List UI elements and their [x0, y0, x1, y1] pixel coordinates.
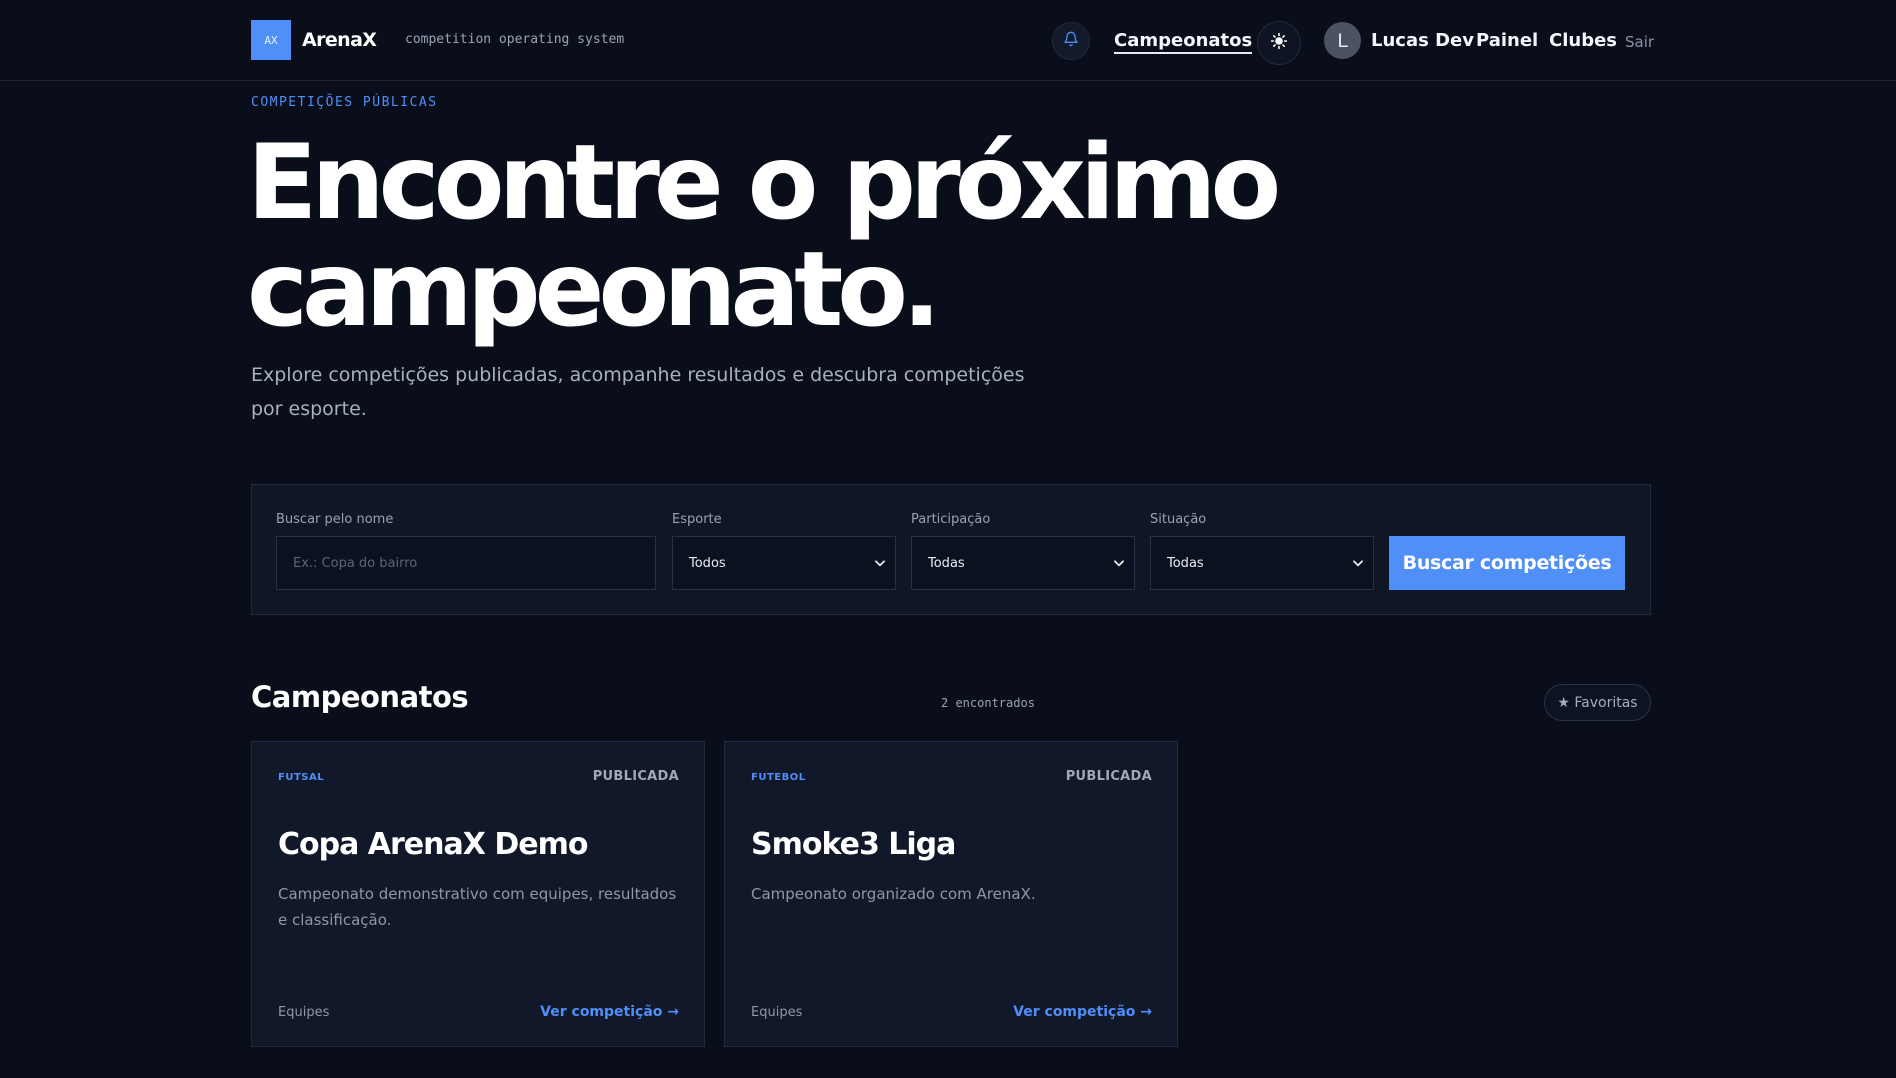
card-description: Campeonato organizado com ArenaX.	[751, 885, 1036, 903]
card-status-badge: PUBLICADA	[592, 769, 679, 784]
bell-icon	[1063, 31, 1079, 51]
search-submit-button[interactable]: Buscar competições	[1389, 536, 1625, 590]
card-sport-tag: FUTSAL	[278, 772, 325, 783]
brand-tagline: competition operating system	[405, 32, 625, 47]
card-title: Copa ArenaX Demo	[278, 827, 588, 862]
notifications-button[interactable]	[1052, 22, 1090, 60]
view-competition-link[interactable]: Ver competição →	[540, 1004, 679, 1020]
logo-mark[interactable]: AX	[251, 20, 291, 60]
sport-filter-value: Todos	[689, 555, 726, 571]
card-status-badge: PUBLICADA	[1065, 769, 1152, 784]
participation-filter-label: Participação	[911, 512, 991, 527]
search-filters-panel: Buscar pelo nome Ex.: Copa do bairro Esp…	[251, 484, 1651, 615]
theme-toggle-button[interactable]	[1257, 21, 1301, 65]
nav-clubes[interactable]: Clubes	[1549, 30, 1617, 51]
nav-painel[interactable]: Painel	[1476, 30, 1538, 51]
name-search-label: Buscar pelo nome	[276, 512, 394, 527]
status-filter-value: Todas	[1167, 555, 1204, 571]
hero-title-line-2: campeonato.	[247, 230, 941, 350]
card-meta: Equipes	[278, 1005, 330, 1020]
hero-title: Encontre o próximo campeonato.	[247, 130, 1347, 344]
brand-name[interactable]: ArenaX	[302, 29, 377, 51]
user-name[interactable]: Lucas Dev	[1371, 30, 1474, 51]
name-search-input[interactable]: Ex.: Copa do bairro	[276, 536, 656, 590]
card-description: Campeonato demonstrativo com equipes, re…	[278, 885, 677, 929]
user-avatar[interactable]: L	[1324, 22, 1361, 59]
view-competition-link[interactable]: Ver competição →	[1013, 1004, 1152, 1020]
participation-filter-value: Todas	[928, 555, 965, 571]
favorites-filter-button[interactable]: ★ Favoritas	[1544, 684, 1651, 721]
competition-card[interactable]: FUTEBOL PUBLICADA Smoke3 Liga Campeonato…	[724, 741, 1178, 1047]
chevron-down-icon	[875, 560, 885, 567]
sport-filter-select[interactable]: Todos	[672, 536, 896, 590]
card-meta: Equipes	[751, 1005, 803, 1020]
section-title: Campeonatos	[251, 680, 469, 714]
status-filter-select[interactable]: Todas	[1150, 536, 1374, 590]
hero-subtitle: Explore competições publicadas, acompanh…	[251, 364, 1025, 420]
top-navigation-bar: AX ArenaX competition operating system C…	[0, 0, 1896, 81]
hero-title-line-1: Encontre o próximo	[247, 123, 1281, 243]
chevron-down-icon	[1353, 560, 1363, 567]
nav-campeonatos[interactable]: Campeonatos	[1114, 30, 1253, 54]
hero-eyebrow: COMPETIÇÕES PÚBLICAS	[251, 95, 438, 110]
participation-filter-select[interactable]: Todas	[911, 536, 1135, 590]
logout-link[interactable]: Sair	[1625, 33, 1654, 51]
competition-card[interactable]: FUTSAL PUBLICADA Copa ArenaX Demo Campeo…	[251, 741, 705, 1047]
results-count: 2 encontrados	[941, 696, 1035, 710]
card-sport-tag: FUTEBOL	[751, 772, 806, 783]
sport-filter-label: Esporte	[672, 512, 722, 527]
chevron-down-icon	[1114, 560, 1124, 567]
sun-icon	[1270, 32, 1288, 53]
card-title: Smoke3 Liga	[751, 827, 956, 862]
status-filter-label: Situação	[1150, 512, 1207, 527]
